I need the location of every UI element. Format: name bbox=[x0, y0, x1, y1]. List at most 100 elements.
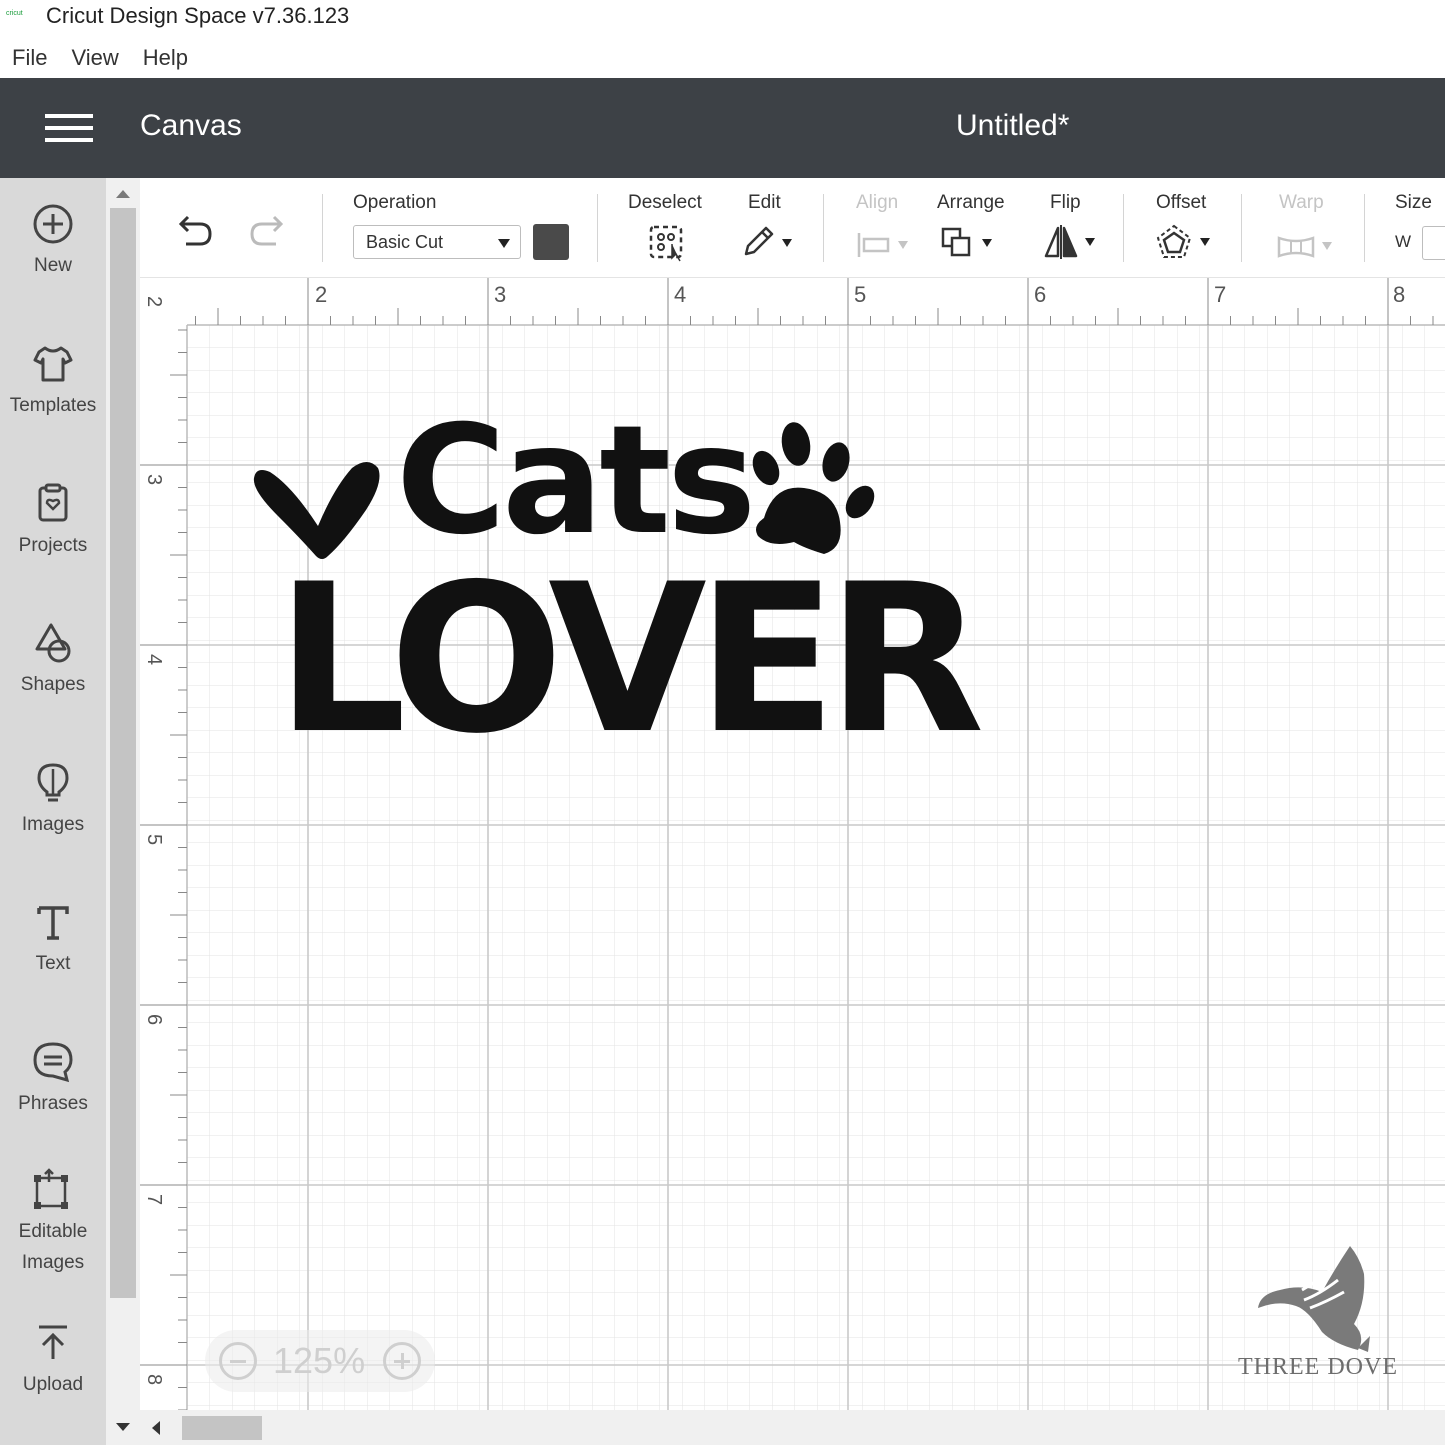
zoom-level: 125% bbox=[273, 1340, 366, 1381]
ruler-v-label: 8 bbox=[143, 1373, 166, 1386]
sidebar-label-shapes: Shapes bbox=[20, 674, 86, 695]
ruler-v-label: 4 bbox=[143, 653, 166, 666]
sidebar-label-images: Images bbox=[21, 814, 85, 835]
sidebar-item-templates[interactable]: Templates bbox=[0, 342, 106, 421]
ruler-v-label: 5 bbox=[143, 833, 166, 846]
sidebar-label-editable-images: Images bbox=[21, 1252, 85, 1273]
menu-bar: File View Help bbox=[0, 40, 200, 76]
ruler-h-label: 4 bbox=[674, 282, 687, 307]
left-sidebar: New Templates Projects Shapes Images Tex… bbox=[0, 178, 106, 1445]
sidebar-item-images[interactable]: Images bbox=[0, 761, 106, 840]
sidebar-scroll-thumb[interactable] bbox=[110, 208, 136, 1298]
sidebar-scrollbar[interactable] bbox=[106, 178, 140, 1445]
size-width-input[interactable] bbox=[1422, 226, 1445, 260]
chevron-down-icon bbox=[1200, 238, 1210, 246]
design-text-cats: Cats bbox=[396, 394, 756, 568]
dove-logo-icon bbox=[1258, 1246, 1370, 1352]
ruler-h-label: 6 bbox=[1034, 282, 1047, 307]
sidebar-label-phrases: Phrases bbox=[18, 1093, 88, 1114]
horizontal-scroll-thumb[interactable] bbox=[182, 1416, 262, 1440]
operation-color-swatch[interactable] bbox=[533, 224, 569, 260]
warp-icon bbox=[1277, 236, 1315, 258]
app-header: Canvas Untitled* bbox=[0, 78, 1445, 178]
watermark-text: THREE DOVE bbox=[1238, 1354, 1398, 1380]
chevron-down-icon bbox=[1322, 242, 1332, 250]
design-artwork[interactable]: Cats Lover bbox=[248, 406, 985, 798]
menu-view[interactable]: View bbox=[71, 40, 118, 76]
design-text-lover: Lover bbox=[276, 541, 985, 779]
project-icon bbox=[38, 483, 68, 522]
scroll-down-icon[interactable] bbox=[116, 1423, 130, 1431]
warp-label: Warp bbox=[1279, 192, 1324, 213]
title-bar: cricut Cricut Design Space v7.36.123 bbox=[0, 0, 1445, 36]
chevron-down-icon bbox=[1085, 238, 1095, 246]
sidebar-item-editable-images[interactable]: Editable Images bbox=[0, 1168, 106, 1278]
scroll-up-icon[interactable] bbox=[116, 190, 130, 198]
redo-icon[interactable] bbox=[248, 214, 290, 250]
plus-circle-icon bbox=[33, 204, 73, 244]
zoom-out-button[interactable] bbox=[219, 1342, 257, 1380]
undo-icon[interactable] bbox=[172, 214, 214, 250]
ruler-v-label: 3 bbox=[143, 473, 166, 486]
scroll-left-icon[interactable] bbox=[152, 1421, 160, 1435]
menu-help[interactable]: Help bbox=[143, 40, 188, 76]
ruler-v-label: 7 bbox=[143, 1193, 166, 1206]
align-button[interactable] bbox=[856, 230, 916, 260]
ruler-h-label: 5 bbox=[854, 282, 867, 307]
flip-label: Flip bbox=[1050, 192, 1081, 213]
zoom-control: 125% bbox=[205, 1330, 435, 1392]
toolbar-separator bbox=[1364, 194, 1365, 262]
ruler-v-label: 2 bbox=[143, 295, 166, 308]
edit-button[interactable] bbox=[740, 224, 800, 260]
chevron-down-icon bbox=[498, 239, 510, 248]
chevron-down-icon bbox=[898, 241, 908, 249]
offset-button[interactable] bbox=[1156, 224, 1216, 260]
sidebar-label-new: New bbox=[33, 255, 72, 276]
ruler-h-label: 3 bbox=[494, 282, 507, 307]
arrange-label: Arrange bbox=[937, 192, 1005, 213]
operation-select[interactable]: Basic Cut bbox=[353, 225, 521, 259]
sidebar-item-phrases[interactable]: Phrases bbox=[0, 1040, 106, 1119]
chevron-down-icon bbox=[982, 239, 992, 247]
speech-bubble-icon bbox=[33, 1042, 73, 1083]
lightbulb-icon bbox=[37, 763, 69, 802]
window-title: Cricut Design Space v7.36.123 bbox=[46, 3, 350, 28]
section-title: Canvas bbox=[140, 109, 242, 142]
toolbar-separator bbox=[322, 194, 323, 262]
horizontal-scrollbar[interactable] bbox=[140, 1410, 1445, 1445]
sidebar-label-editable: Editable bbox=[18, 1221, 88, 1242]
operation-value: Basic Cut bbox=[366, 232, 444, 252]
shapes-icon bbox=[35, 623, 71, 663]
text-icon bbox=[37, 906, 69, 940]
sidebar-label-projects: Projects bbox=[18, 535, 88, 556]
toolbar-separator bbox=[1241, 194, 1242, 262]
flip-button[interactable] bbox=[1043, 224, 1103, 260]
pencil-icon bbox=[744, 226, 774, 256]
ruler-v-label: 6 bbox=[143, 1013, 166, 1026]
document-title: Untitled* bbox=[956, 109, 1070, 142]
align-left-icon bbox=[857, 233, 890, 257]
ruler-h-label: 2 bbox=[315, 282, 328, 307]
sidebar-item-new[interactable]: New bbox=[0, 202, 106, 281]
sidebar-item-upload[interactable]: Upload bbox=[0, 1321, 106, 1400]
size-width-label: W bbox=[1395, 232, 1412, 251]
toolbar-separator bbox=[1123, 194, 1124, 262]
hamburger-menu-icon[interactable] bbox=[45, 112, 95, 144]
app-logo: cricut bbox=[6, 10, 23, 17]
sidebar-label-text: Text bbox=[35, 953, 71, 974]
watermark: THREE DOVE bbox=[1230, 1240, 1420, 1390]
deselect-button[interactable] bbox=[648, 224, 688, 262]
menu-file[interactable]: File bbox=[12, 40, 47, 76]
toolbar-separator bbox=[823, 194, 824, 262]
arrange-button[interactable] bbox=[940, 226, 1000, 260]
zoom-in-button[interactable] bbox=[383, 1342, 421, 1380]
deselect-label: Deselect bbox=[628, 192, 702, 213]
arrange-icon bbox=[941, 227, 971, 257]
warp-button[interactable] bbox=[1276, 232, 1336, 262]
sidebar-item-projects[interactable]: Projects bbox=[0, 482, 106, 561]
sidebar-item-text[interactable]: Text bbox=[0, 900, 106, 979]
sidebar-item-shapes[interactable]: Shapes bbox=[0, 621, 106, 700]
ruler-h-label: 7 bbox=[1214, 282, 1227, 307]
tshirt-icon bbox=[33, 346, 73, 382]
size-label: Size bbox=[1395, 192, 1432, 213]
